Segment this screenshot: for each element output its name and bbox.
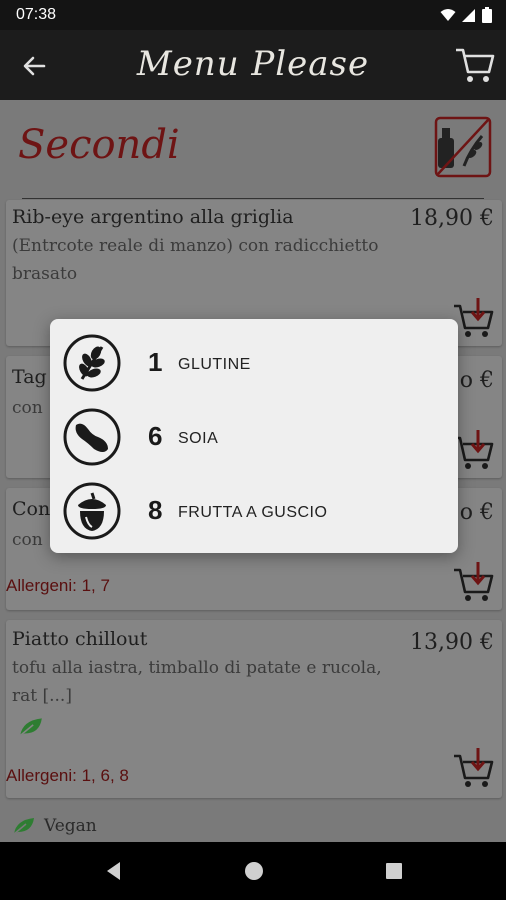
soy-icon [63, 408, 121, 466]
allergen-row-soia: 6 SOIA [50, 399, 458, 471]
vegan-legend-label: Vegan [44, 816, 97, 836]
allergen-row-frutta-a-guscio: 8 FRUTTA A GUSCIO [50, 473, 458, 545]
vegan-leaf-icon [19, 718, 42, 737]
wheat-icon [63, 334, 121, 392]
allergen-filter-icon[interactable] [434, 116, 492, 178]
item-price: o € [459, 368, 494, 393]
cart-icon[interactable] [454, 44, 496, 86]
allergen-name: GLUTINE [178, 356, 251, 373]
status-bar: 07:38 [0, 0, 506, 30]
item-allergens: Allergeni: 1, 7 [6, 576, 110, 595]
item-allergens: Allergeni: 1, 6, 8 [6, 766, 129, 785]
allergen-number: 1 [148, 347, 163, 377]
add-to-cart-icon[interactable] [452, 560, 496, 604]
app-title: Menu Please [136, 44, 370, 84]
item-description: tofu alla iastra, timballo di patate e r… [12, 658, 382, 706]
allergen-name: SOIA [178, 430, 219, 447]
nav-back-icon[interactable] [102, 859, 126, 883]
navigation-bar [0, 842, 506, 900]
header-divider [22, 198, 484, 199]
item-name: Tag [12, 366, 47, 388]
item-name: Con [12, 498, 51, 520]
status-icons [440, 7, 492, 23]
menu-item-card[interactable]: Piatto chillout 13,90 € tofu alla iastra… [6, 620, 502, 798]
status-time: 07:38 [16, 6, 57, 23]
signal-icon [462, 9, 475, 22]
wifi-icon [440, 9, 456, 21]
add-to-cart-icon[interactable] [452, 746, 496, 790]
nav-recents-icon[interactable] [382, 859, 406, 883]
item-name: Piatto chillout [12, 628, 148, 650]
allergen-number: 6 [148, 421, 163, 451]
allergen-row-glutine: 1 GLUTINE [50, 325, 458, 397]
app-bar: Menu Please [0, 30, 506, 100]
nut-icon [63, 482, 121, 540]
nav-home-icon[interactable] [242, 859, 266, 883]
item-price: 13,90 € [410, 630, 494, 655]
item-price: o € [459, 500, 494, 525]
allergen-number: 8 [148, 495, 163, 525]
vegan-legend-leaf-icon [13, 818, 34, 835]
battery-icon [482, 7, 492, 23]
allergen-name: FRUTTA A GUSCIO [178, 504, 328, 521]
add-to-cart-icon[interactable] [452, 428, 496, 472]
section-header: Secondi [0, 100, 506, 200]
section-title: Secondi [18, 122, 180, 168]
allergen-dialog[interactable]: 1 GLUTINE 6 SOIA 8 FRUTTA A GUSCIO [50, 319, 458, 553]
item-name: Rib-eye argentino alla griglia [12, 206, 294, 228]
add-to-cart-icon[interactable] [452, 296, 496, 340]
item-price: 18,90 € [410, 206, 494, 231]
item-description: (Entrcote reale di manzo) con radicchiet… [12, 236, 379, 284]
